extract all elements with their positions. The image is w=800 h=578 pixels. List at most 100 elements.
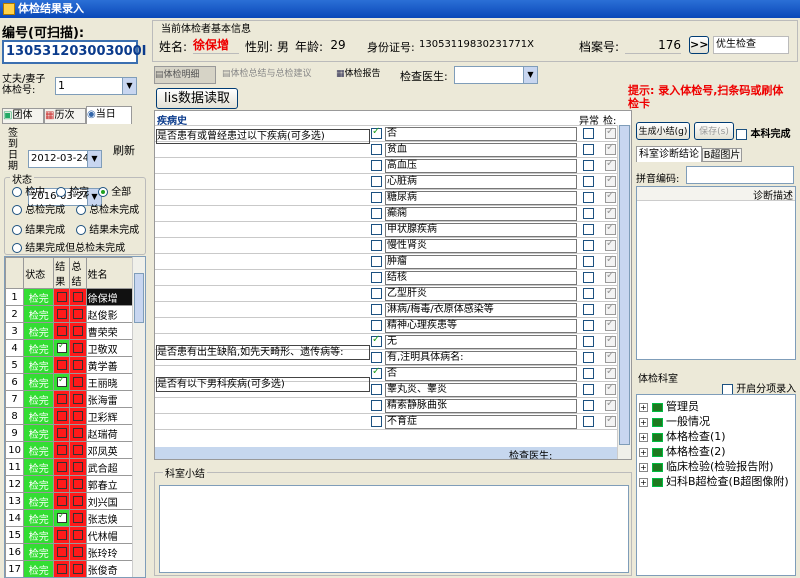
diagnosis-list[interactable]: 诊断描述 bbox=[636, 186, 796, 360]
expand-icon[interactable]: + bbox=[639, 417, 648, 427]
diagnosis-header[interactable]: 诊断描述 bbox=[637, 187, 795, 202]
option-text[interactable]: 肿瘤 bbox=[385, 255, 577, 269]
abnormal-checkbox[interactable] bbox=[583, 240, 594, 251]
option-text[interactable]: 否 bbox=[385, 127, 577, 141]
chevron-down-icon[interactable]: ▼ bbox=[523, 67, 537, 83]
abnormal-checkbox[interactable] bbox=[583, 176, 594, 187]
table-row[interactable]: 13 检完 刘兴国 bbox=[5, 492, 134, 510]
grid-scroll-thumb[interactable] bbox=[134, 273, 144, 323]
option-checkbox[interactable] bbox=[371, 126, 382, 139]
check-checkbox[interactable] bbox=[605, 286, 616, 299]
save-button[interactable]: 保存(s) bbox=[694, 122, 734, 140]
date-from-select[interactable]: 2012-03-24 ▼ bbox=[28, 150, 102, 168]
abnormal-checkbox[interactable] bbox=[583, 416, 594, 427]
option-checkbox[interactable] bbox=[371, 384, 382, 395]
summary-checkbox[interactable] bbox=[73, 478, 84, 489]
option-text[interactable]: 糖尿病 bbox=[385, 191, 577, 205]
option-text[interactable]: 慢性肾炎 bbox=[385, 239, 577, 253]
abnormal-checkbox[interactable] bbox=[583, 128, 594, 139]
summary-checkbox[interactable] bbox=[73, 512, 84, 523]
check-checkbox[interactable] bbox=[605, 190, 616, 203]
abnormal-checkbox[interactable] bbox=[583, 304, 594, 315]
grid-header[interactable]: 总结 bbox=[69, 257, 87, 289]
option-checkbox[interactable] bbox=[371, 334, 382, 347]
table-row[interactable]: 11 检完 武合超 bbox=[5, 458, 134, 476]
generate-summary-button[interactable]: 生成小结(g) bbox=[636, 122, 690, 140]
tab-group[interactable]: ▣团体 bbox=[2, 108, 44, 124]
table-row[interactable]: 7 检完 张海雷 bbox=[5, 390, 134, 408]
tree-item[interactable]: + 管理员 bbox=[639, 399, 793, 414]
option-text[interactable]: 精索静脉曲张 bbox=[385, 399, 577, 413]
option-checkbox[interactable] bbox=[371, 304, 382, 315]
tree-item[interactable]: + 一般情况 bbox=[639, 414, 793, 429]
option-checkbox[interactable] bbox=[371, 272, 382, 283]
result-checkbox[interactable] bbox=[56, 478, 67, 489]
option-text[interactable]: 甲状腺疾病 bbox=[385, 223, 577, 237]
abnormal-checkbox[interactable] bbox=[583, 368, 594, 379]
grid-header[interactable]: 状态 bbox=[23, 257, 55, 289]
option-text[interactable]: 乙型肝炎 bbox=[385, 287, 577, 301]
check-checkbox[interactable] bbox=[605, 174, 616, 187]
tab-exam-report[interactable]: ▦体检报告 bbox=[336, 66, 392, 84]
summary-checkbox[interactable] bbox=[73, 444, 84, 455]
option-text[interactable]: 淋病/梅毒/衣原体感染等 bbox=[385, 303, 577, 317]
expand-icon[interactable]: + bbox=[639, 432, 648, 442]
table-row[interactable]: 1 检完 徐保增 bbox=[5, 288, 134, 306]
tab-dept-conclusion[interactable]: 科室诊断结论 bbox=[636, 146, 702, 162]
option-text[interactable]: 有,注明具体病名: bbox=[385, 351, 577, 365]
table-row[interactable]: 3 检完 曹荣荣 bbox=[5, 322, 134, 340]
lis-read-button[interactable]: lis数据读取 bbox=[156, 88, 238, 109]
table-row[interactable]: 6检完 王丽晓 bbox=[5, 373, 134, 391]
radio-summary-done[interactable]: 总检完成 bbox=[12, 201, 65, 216]
result-checkbox[interactable] bbox=[56, 461, 67, 472]
result-checkbox[interactable] bbox=[56, 529, 67, 540]
result-checkbox[interactable] bbox=[56, 546, 67, 557]
check-checkbox[interactable] bbox=[605, 254, 616, 267]
result-checkbox[interactable] bbox=[56, 511, 67, 523]
option-checkbox[interactable] bbox=[371, 160, 382, 171]
summary-checkbox[interactable] bbox=[73, 393, 84, 404]
result-checkbox[interactable] bbox=[56, 427, 67, 438]
summary-checkbox[interactable] bbox=[73, 461, 84, 472]
table-row[interactable]: 17 检完 张俊奇 bbox=[5, 560, 134, 577]
option-checkbox[interactable] bbox=[371, 288, 382, 299]
check-checkbox[interactable] bbox=[605, 334, 616, 347]
radio-exam-done[interactable]: 检完 bbox=[56, 183, 89, 198]
check-checkbox[interactable] bbox=[605, 238, 616, 251]
summary-checkbox[interactable] bbox=[73, 325, 84, 336]
table-row[interactable]: 14检完 张志焕 bbox=[5, 509, 134, 527]
check-checkbox[interactable] bbox=[605, 206, 616, 219]
check-checkbox[interactable] bbox=[605, 126, 616, 139]
radio-result-undone[interactable]: 结果未完成 bbox=[76, 221, 139, 236]
table-row[interactable]: 9 检完 赵瑞荷 bbox=[5, 424, 134, 442]
tab-history[interactable]: ▦历次 bbox=[44, 108, 86, 124]
chevron-down-icon[interactable]: ▼ bbox=[87, 151, 101, 167]
table-row[interactable]: 4检完 卫敬双 bbox=[5, 339, 134, 357]
option-checkbox[interactable] bbox=[371, 320, 382, 331]
abnormal-checkbox[interactable] bbox=[583, 144, 594, 155]
result-checkbox[interactable] bbox=[56, 410, 67, 421]
option-checkbox[interactable] bbox=[371, 208, 382, 219]
exam-scrollbar[interactable] bbox=[617, 125, 631, 459]
tree-item[interactable]: + 临床检验(检验报告附) bbox=[639, 459, 793, 474]
result-checkbox[interactable] bbox=[56, 291, 67, 302]
summary-checkbox[interactable] bbox=[73, 291, 84, 302]
result-checkbox[interactable] bbox=[56, 444, 67, 455]
option-text[interactable]: 结核 bbox=[385, 271, 577, 285]
check-checkbox[interactable] bbox=[605, 366, 616, 379]
check-checkbox[interactable] bbox=[605, 158, 616, 171]
tab-today[interactable]: ◉当日 bbox=[86, 106, 132, 124]
id-input[interactable]: 130531203003000I bbox=[2, 40, 147, 64]
check-checkbox[interactable] bbox=[605, 270, 616, 283]
abnormal-checkbox[interactable] bbox=[583, 352, 594, 363]
result-checkbox[interactable] bbox=[56, 341, 67, 353]
result-checkbox[interactable] bbox=[56, 359, 67, 370]
option-text[interactable]: 心脏病 bbox=[385, 175, 577, 189]
check-checkbox[interactable] bbox=[605, 222, 616, 235]
summary-checkbox[interactable] bbox=[73, 359, 84, 370]
option-text[interactable]: 精神心理疾患等 bbox=[385, 319, 577, 333]
abnormal-checkbox[interactable] bbox=[583, 320, 594, 331]
pinyin-input[interactable] bbox=[686, 166, 794, 184]
summary-checkbox[interactable] bbox=[73, 495, 84, 506]
doctor-select[interactable]: ▼ bbox=[454, 66, 538, 84]
